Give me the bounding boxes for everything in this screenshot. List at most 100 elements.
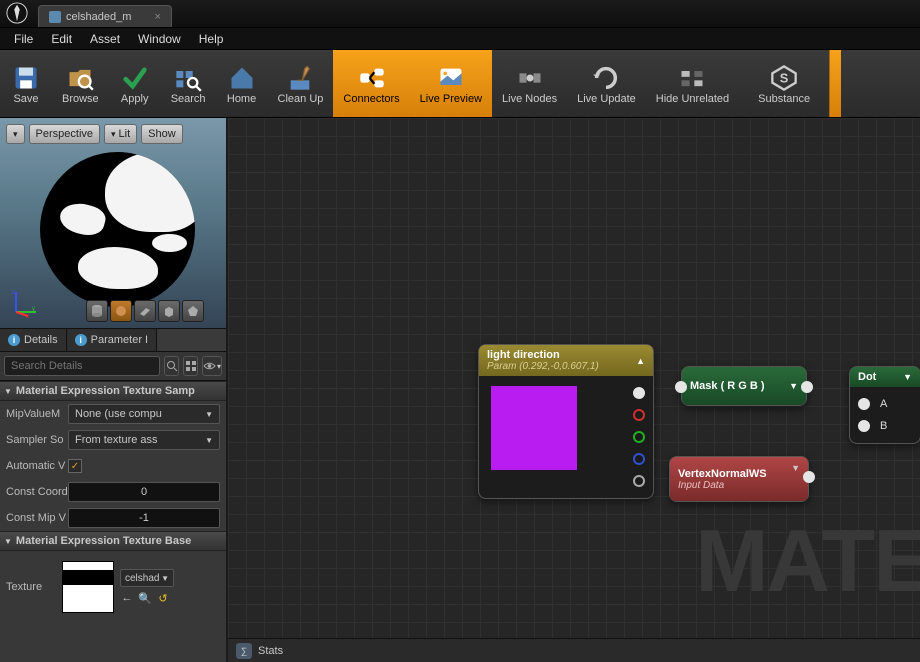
texture-dropdown[interactable]: celshad▼ [120,569,174,587]
shape-cube-button[interactable] [158,300,180,322]
editor-tab[interactable]: celshaded_m × [38,5,172,27]
viewport-lit-button[interactable]: ▾Lit [104,124,137,144]
viewport-options-button[interactable]: ▾ [6,124,25,144]
output-pin-b[interactable] [633,453,645,465]
tool-hideunrelated[interactable]: Hide Unrelated [646,50,739,117]
shape-plane-button[interactable] [134,300,156,322]
livenodes-icon [514,63,546,93]
tool-livepreview[interactable]: Live Preview [410,50,492,117]
tab-parameters[interactable]: i Parameter I [67,329,157,351]
chevron-up-icon[interactable]: ▲ [636,356,645,366]
category-header[interactable]: ▼Material Expression Texture Samp [0,381,226,401]
output-pin[interactable] [803,471,815,483]
automatic-checkbox[interactable]: ✓ [68,459,82,473]
apply-icon [119,63,151,93]
tool-apply[interactable]: Apply [109,50,161,117]
input-pin[interactable] [675,381,687,393]
prop-constcoord: Const Coord 0 [0,479,226,505]
tool-browse[interactable]: Browse [52,50,109,117]
axis-gizmo-icon: z y x [10,288,40,318]
tool-livenodes[interactable]: Live Nodes [492,50,567,117]
browse-icon [64,63,96,93]
toolbar-overflow[interactable] [829,50,841,117]
cleanup-icon [284,63,316,93]
mip-dropdown[interactable]: None (use compu▼ [68,404,220,424]
node-title: Mask ( R G B ) [690,380,765,392]
menu-edit[interactable]: Edit [51,32,72,46]
output-pin-g[interactable] [633,431,645,443]
menu-window[interactable]: Window [138,32,181,46]
use-selected-icon[interactable]: ← [120,591,134,605]
node-mask-rgb[interactable]: Mask ( R G B ) ▼ [681,366,807,406]
tool-save[interactable]: Save [0,50,52,117]
viewport-perspective-button[interactable]: Perspective [29,124,100,144]
node-connections [228,118,528,268]
details-body[interactable]: ▼Material Expression Texture Samp MipVal… [0,381,226,662]
category-header[interactable]: ▼Material Expression Texture Base [0,531,226,551]
constcoord-spinner[interactable]: 0 [68,482,220,502]
reset-icon[interactable]: ↺ [156,591,170,605]
watermark: MATE [695,510,920,612]
prop-samplersource: Sampler So From texture ass▼ [0,427,226,453]
close-icon[interactable]: × [154,11,160,23]
shape-sphere-button[interactable] [110,300,132,322]
output-pin-rgb[interactable] [633,387,645,399]
livepreview-icon [435,63,467,93]
output-pin-r[interactable] [633,409,645,421]
prop-constmip: Const Mip V -1 [0,505,226,531]
menu-file[interactable]: File [14,32,33,46]
tool-cleanup[interactable]: Clean Up [268,50,334,117]
toolbar: Save Browse Apply Search Home Clean Up C… [0,50,920,118]
stats-panel[interactable]: ∑ Stats [228,638,920,662]
node-light-direction[interactable]: light direction Param (0.292,-0,0.607,1)… [478,344,654,499]
svg-text:y: y [32,306,35,312]
search-input[interactable] [4,356,160,376]
constmip-spinner[interactable]: -1 [68,508,220,528]
node-subtitle: Input Data [678,480,724,491]
connectors-icon [356,63,388,93]
tool-substance[interactable]: S Substance [739,50,829,117]
svg-text:S: S [780,70,789,85]
shape-cylinder-button[interactable] [86,300,108,322]
node-dot[interactable]: Dot ▼ A B [849,366,920,444]
tab-details[interactable]: i Details [0,329,67,351]
eye-icon[interactable]: ▾ [202,356,222,376]
left-panel: ▾ Perspective ▾Lit Show z y x [0,118,228,662]
node-vertexnormalws[interactable]: VertexNormalWS Input Data ▼ [669,456,809,502]
graph-panel-wrap: MATE light direction Param (0.292,-0,0.6… [228,118,920,662]
browse-to-icon[interactable]: 🔍 [138,591,152,605]
node-preview [491,386,577,470]
svg-text:z: z [12,290,15,296]
shape-mesh-button[interactable] [182,300,204,322]
grid-icon[interactable] [183,356,198,376]
liveupdate-icon [590,63,622,93]
search-row: ▾ [0,352,226,381]
tool-home[interactable]: Home [216,50,268,117]
input-pin-a[interactable] [858,398,870,410]
tool-search[interactable]: Search [161,50,216,117]
details-tabs: i Details i Parameter I [0,328,226,352]
input-pin-b[interactable] [858,420,870,432]
chevron-down-icon[interactable]: ▼ [903,372,912,382]
chevron-down-icon[interactable]: ▼ [791,463,800,473]
texture-thumbnail[interactable] [62,561,114,613]
menu-help[interactable]: Help [199,32,224,46]
titlebar: celshaded_m × [0,0,920,28]
viewport-show-button[interactable]: Show [141,124,183,144]
menu-asset[interactable]: Asset [90,32,120,46]
chevron-down-icon[interactable]: ▼ [789,381,798,391]
search-icon [172,63,204,93]
preview-viewport[interactable]: ▾ Perspective ▾Lit Show z y x [0,118,226,328]
search-icon[interactable] [164,356,179,376]
svg-text:x: x [26,314,29,318]
node-title: VertexNormalWS [678,468,767,480]
tool-connectors[interactable]: Connectors [333,50,409,117]
tool-liveupdate[interactable]: Live Update [567,50,646,117]
sampler-dropdown[interactable]: From texture ass▼ [68,430,220,450]
output-pin[interactable] [801,381,813,393]
material-graph[interactable]: MATE light direction Param (0.292,-0,0.6… [228,118,920,638]
prop-texture: Texture celshad▼ ← 🔍 ↺ [0,551,226,623]
output-pin-a[interactable] [633,475,645,487]
save-icon [10,63,42,93]
node-subtitle: Param (0.292,-0,0.607,1) [487,361,599,372]
